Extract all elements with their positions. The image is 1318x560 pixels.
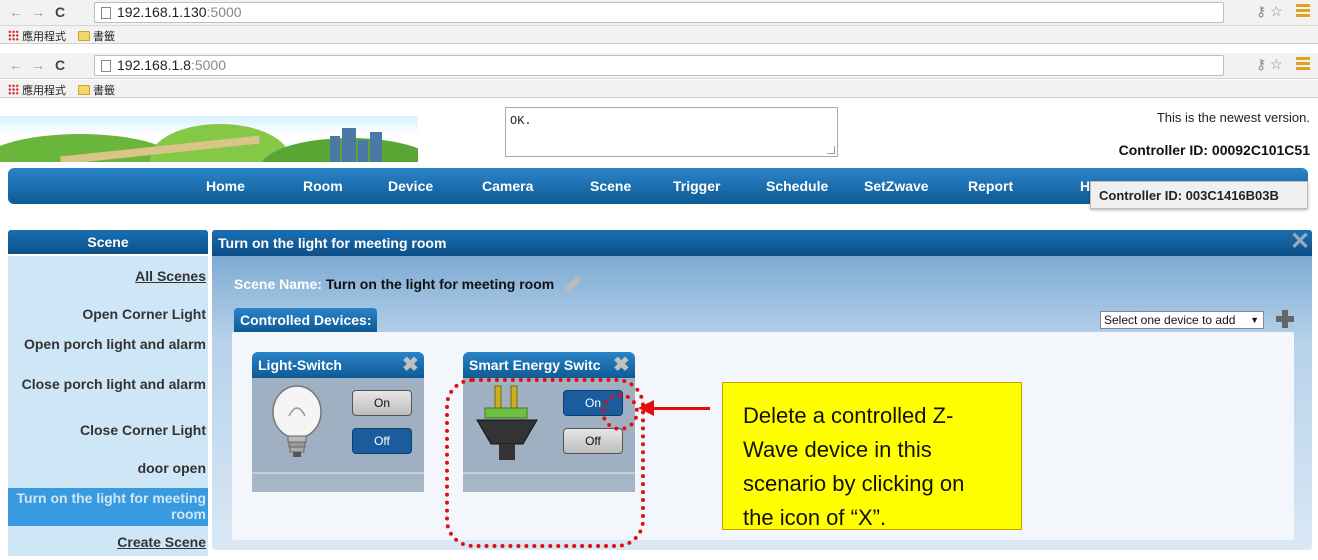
annotation-callout: Delete a controlled Z-Wave device in thi… <box>722 382 1022 530</box>
controlled-devices-tab: Controlled Devices: <box>234 308 378 332</box>
menu-icon[interactable] <box>1296 4 1310 18</box>
key-icon[interactable]: ⚷ <box>1256 3 1266 20</box>
nav-device[interactable]: Device <box>388 178 433 194</box>
on-button[interactable]: On <box>352 390 412 416</box>
forward-icon[interactable]: → <box>30 3 46 21</box>
browser-toolbar-2: ← → C 192.168.1.8:5000 ⚷ ☆ <box>0 53 1318 79</box>
back-icon[interactable]: ← <box>8 56 24 74</box>
nav-report[interactable]: Report <box>968 178 1013 194</box>
sidebar-item-all-scenes[interactable]: All Scenes <box>8 256 208 294</box>
reload-icon[interactable]: C <box>52 56 68 74</box>
message-text: OK. <box>510 114 532 128</box>
address-bar-2[interactable]: 192.168.1.8:5000 <box>94 55 1224 76</box>
url-port: :5000 <box>190 57 227 73</box>
device-card-light-switch: Light-Switch ✖ On Off <box>252 352 424 492</box>
off-button[interactable]: Off <box>352 428 412 454</box>
folder-label: 書籤 <box>93 85 115 97</box>
nav-home[interactable]: Home <box>206 178 245 194</box>
sidebar-item-open-porch-light[interactable]: Open porch light and alarm <box>8 334 208 372</box>
nav-room[interactable]: Room <box>303 178 343 194</box>
apps-label: 應用程式 <box>22 85 67 97</box>
nav-setzwave[interactable]: SetZwave <box>864 178 929 194</box>
panel-header: Turn on the light for meeting room ✕ <box>212 230 1312 256</box>
star-icon[interactable]: ☆ <box>1270 3 1283 20</box>
nav-help[interactable]: H <box>1080 178 1090 194</box>
browser-toolbar-1: ← → C 192.168.1.130:5000 ⚷ ☆ <box>0 0 1318 26</box>
bookmarks-folder[interactable]: 書籤 <box>78 28 115 44</box>
folder-icon <box>78 85 90 95</box>
nav-scene[interactable]: Scene <box>590 178 631 194</box>
page-icon <box>101 60 111 72</box>
sidebar-item-door-open[interactable]: door open <box>8 450 208 488</box>
pencil-icon[interactable] <box>566 277 581 291</box>
device-name: Light-Switch <box>258 357 342 373</box>
nav-trigger[interactable]: Trigger <box>673 178 720 194</box>
menu-icon[interactable] <box>1296 57 1310 71</box>
controller-id-popup: Controller ID: 003C1416B03B <box>1090 181 1308 209</box>
device-card-footer <box>252 472 424 492</box>
reload-icon[interactable]: C <box>52 3 68 21</box>
device-card-header: Smart Energy Switc ✖ <box>463 352 635 378</box>
url-host: 192.168.1.130 <box>117 4 207 20</box>
nav-schedule[interactable]: Schedule <box>766 178 828 194</box>
bookmarks-folder[interactable]: 書籤 <box>78 82 115 98</box>
key-icon[interactable]: ⚷ <box>1256 56 1266 73</box>
bookmarks-bar-2: 應用程式 書籤 <box>0 80 1318 98</box>
scene-name-row: Scene Name: Turn on the light for meetin… <box>234 276 581 292</box>
bookmarks-bar-1: 應用程式 書籤 <box>0 26 1318 44</box>
device-select-value: Select one device to add <box>1104 313 1236 327</box>
close-icon[interactable]: ✕ <box>1290 230 1310 254</box>
device-name: Smart Energy Switc <box>469 357 601 373</box>
add-icon[interactable] <box>1274 308 1296 330</box>
sidebar-item-close-porch-light[interactable]: Close porch light and alarm <box>8 372 208 410</box>
folder-icon <box>78 31 90 41</box>
highlight-circle <box>601 393 639 431</box>
apps-icon <box>8 30 19 41</box>
panel-title: Turn on the light for meeting room <box>218 235 447 251</box>
nav-camera[interactable]: Camera <box>482 178 533 194</box>
controller-id: Controller ID: 00092C101C51 <box>1118 142 1310 158</box>
apps-label: 應用程式 <box>22 31 67 43</box>
sidebar-item-close-corner-light[interactable]: Close Corner Light <box>8 410 208 450</box>
scene-sidebar: Scene <box>8 230 208 254</box>
message-textarea[interactable]: OK. <box>505 107 838 157</box>
page-icon <box>101 7 111 19</box>
url-port: :5000 <box>206 4 242 20</box>
star-icon[interactable]: ☆ <box>1270 56 1283 73</box>
device-select[interactable]: Select one device to add ▼ <box>1100 311 1264 329</box>
forward-icon[interactable]: → <box>30 56 46 74</box>
scene-name-label: Scene Name: <box>234 276 322 292</box>
back-icon[interactable]: ← <box>8 3 24 21</box>
light-bulb-icon <box>272 385 322 457</box>
sidebar-item-meeting-room[interactable]: Turn on the light for meeting room <box>8 488 208 526</box>
address-bar-1[interactable]: 192.168.1.130:5000 <box>94 2 1224 23</box>
resize-grip-icon[interactable] <box>827 146 835 154</box>
arrow-line <box>652 407 710 410</box>
scene-name-value: Turn on the light for meeting room <box>325 276 555 292</box>
device-card-header: Light-Switch ✖ <box>252 352 424 378</box>
sidebar-item-open-corner-light[interactable]: Open Corner Light <box>8 294 208 334</box>
close-icon[interactable]: ✖ <box>613 355 630 375</box>
banner-image <box>0 116 418 162</box>
device-card-body: On Off <box>252 378 424 468</box>
version-status: This is the newest version. <box>1156 110 1310 125</box>
apps-icon <box>8 84 19 95</box>
apps-bookmark[interactable]: 應用程式 <box>8 28 66 44</box>
chevron-down-icon: ▼ <box>1250 315 1259 325</box>
url-host: 192.168.1.8 <box>117 57 191 73</box>
apps-bookmark[interactable]: 應用程式 <box>8 82 66 98</box>
sidebar-item-create-scene[interactable]: Create Scene <box>8 526 208 556</box>
close-icon[interactable]: ✖ <box>402 355 419 375</box>
sidebar-title: Scene <box>8 230 208 254</box>
folder-label: 書籤 <box>93 31 115 43</box>
